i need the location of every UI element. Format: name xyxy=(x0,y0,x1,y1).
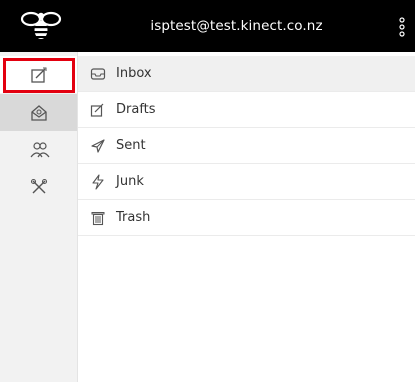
compose-icon xyxy=(31,67,47,83)
sent-icon xyxy=(91,139,105,153)
rail-settings-button[interactable] xyxy=(0,168,77,205)
app-nav-rail xyxy=(0,52,78,382)
folder-junk[interactable]: Junk xyxy=(78,164,415,200)
folder-label: Inbox xyxy=(116,66,152,81)
folder-inbox[interactable]: Inbox xyxy=(78,56,415,92)
folder-label: Trash xyxy=(116,210,151,225)
drafts-icon xyxy=(90,103,104,117)
rail-compose-button[interactable] xyxy=(0,56,77,93)
tools-icon xyxy=(30,178,48,194)
inbox-icon xyxy=(90,68,106,80)
folder-label: Drafts xyxy=(116,102,156,117)
folder-label: Junk xyxy=(116,174,144,189)
webmail-app: isptest@test.kinect.co.nz Inbox Drafts S… xyxy=(0,0,415,382)
folder-trash[interactable]: Trash xyxy=(78,200,415,236)
folder-drafts[interactable]: Drafts xyxy=(78,92,415,128)
contacts-icon xyxy=(30,142,50,158)
bee-logo-icon[interactable] xyxy=(18,8,64,44)
junk-icon xyxy=(92,174,104,190)
folder-label: Sent xyxy=(116,138,146,153)
folder-list: Inbox Drafts Sent Junk Trash xyxy=(78,56,415,236)
top-bar: isptest@test.kinect.co.nz xyxy=(0,0,415,52)
rail-mail-button[interactable] xyxy=(0,94,77,131)
rail-contacts-button[interactable] xyxy=(0,131,77,168)
kebab-menu-icon[interactable] xyxy=(396,16,408,38)
mail-envelope-icon xyxy=(31,105,47,121)
account-email: isptest@test.kinect.co.nz xyxy=(150,18,323,34)
trash-icon xyxy=(91,212,105,226)
folder-sent[interactable]: Sent xyxy=(78,128,415,164)
